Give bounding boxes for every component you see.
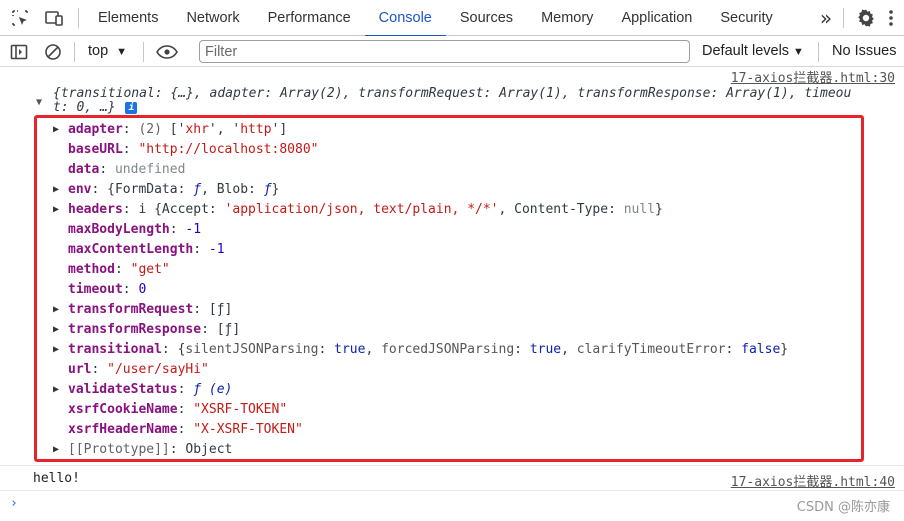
caret-down-icon: ▼ [116,46,128,58]
toolbar-separator [143,42,144,62]
settings-icon[interactable] [850,0,882,36]
expand-triangle-icon[interactable]: ▶ [53,440,59,460]
sidebar-toggle-icon[interactable] [3,36,35,67]
kebab-menu-icon[interactable] [880,0,902,36]
tab-memory[interactable]: Memory [527,0,607,36]
prop-xsrfHeaderName: xsrfHeaderName: "X-XSRF-TOKEN" [68,422,303,437]
issues-counter[interactable]: No Issues [832,36,896,67]
prop-validateStatus[interactable]: ▶ validateStatus: ƒ (e) [52,380,862,400]
prop-adapter[interactable]: ▶ adapter: (2) ['xhr', 'http'] [52,120,862,140]
prop-prototype[interactable]: ▶ [[Prototype]]: Object [52,440,862,460]
toolbar-separator [843,8,844,28]
prop-baseURL: baseURL: "http://localhost:8080" [68,142,319,157]
more-tabs-icon[interactable]: » [810,0,842,36]
prop-maxBodyLength: maxBodyLength: -1 [68,222,202,237]
prop-transformRequest[interactable]: ▶ transformRequest: [ƒ] [52,300,862,320]
source-link[interactable]: 17-axios拦截器.html:40 [731,471,895,490]
toolbar-separator [818,42,819,62]
console-toolbar: top▼ Default levels▼ No Issues [0,36,904,67]
tab-application[interactable]: Application [607,0,706,36]
filter-input[interactable] [199,40,690,63]
prop-maxContentLength: maxContentLength: -1 [68,242,225,257]
devtools-tabbar: Elements Network Performance Console Sou… [0,0,904,37]
tab-performance[interactable]: Performance [254,0,365,36]
log-levels-label: Default levels [702,43,790,59]
prop-env[interactable]: ▶ env: {FormData: ƒ, Blob: ƒ} [52,180,862,200]
prop-transformResponse[interactable]: ▶ transformResponse: [ƒ] [52,320,862,340]
log-levels-dropdown[interactable]: Default levels ▼ [702,36,804,67]
inspect-element-icon[interactable] [4,0,36,36]
prop-timeout: timeout: 0 [68,282,147,297]
row-separator [0,490,904,491]
object-preview-cont: t: 0, …} i [53,99,138,114]
info-icon[interactable]: i [125,101,138,114]
prop-method: method: "get" [68,262,170,277]
watermark: CSDN @陈亦康 [796,500,890,515]
tab-elements[interactable]: Elements [84,0,172,36]
prop-url: url: "/user/sayHi" [68,362,209,377]
object-properties: ▶ adapter: (2) ['xhr', 'http'] baseURL: … [52,120,862,460]
context-label: top [88,43,109,59]
tab-security[interactable]: Security [706,0,786,36]
expand-triangle-icon[interactable]: ▶ [53,380,59,400]
expand-triangle-icon[interactable]: ▶ [53,340,59,360]
caret-down-icon: ▼ [793,46,804,58]
tab-console[interactable]: Console [364,0,447,37]
log-message: hello! [33,471,80,486]
device-toolbar-icon[interactable] [38,0,70,36]
expand-triangle-icon[interactable]: ▶ [53,320,59,340]
panel-tabs: Elements Network Performance Console Sou… [84,0,787,37]
expand-triangle-icon[interactable]: ▼ [36,94,42,111]
expand-triangle-icon[interactable]: ▶ [53,300,59,320]
object-preview: {transitional: {…}, adapter: Array(2), t… [53,86,852,101]
prop-headers[interactable]: ▶ headers: i {Accept: 'application/json,… [52,200,862,220]
object-summary[interactable]: ▼ {transitional: {…}, adapter: Array(2),… [36,84,896,114]
expand-triangle-icon[interactable]: ▶ [53,180,59,200]
prop-transitional[interactable]: ▶ transitional: {silentJSONParsing: true… [52,340,862,360]
tab-network[interactable]: Network [172,0,253,36]
clear-console-icon[interactable] [37,36,69,67]
prop-xsrfCookieName: xsrfCookieName: "XSRF-TOKEN" [68,402,288,417]
tab-sources[interactable]: Sources [446,0,527,36]
toolbar-separator [74,42,75,62]
toolbar-separator [78,8,79,28]
row-separator [0,465,904,466]
prop-data: data: undefined [68,162,186,177]
expand-triangle-icon[interactable]: ▶ [53,120,59,140]
console-prompt-icon[interactable]: › [10,496,18,511]
context-selector[interactable]: top ▼ [88,36,127,67]
live-expression-eye-icon[interactable] [151,36,183,67]
expand-triangle-icon[interactable]: ▶ [53,200,59,220]
